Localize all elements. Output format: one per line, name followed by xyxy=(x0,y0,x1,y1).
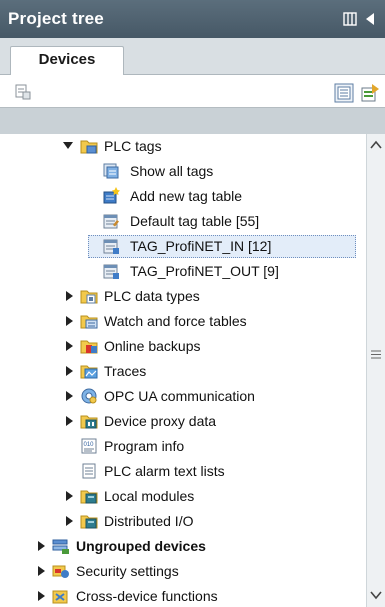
tree-item-cross-device-functions[interactable]: Cross-device functions xyxy=(0,584,366,607)
tree-item-plc-data-types[interactable]: PLC data types xyxy=(0,284,366,308)
collapsed-arrow-icon[interactable] xyxy=(66,366,74,376)
tree-item-label: Cross-device functions xyxy=(76,588,218,604)
collapsed-arrow-icon[interactable] xyxy=(66,341,74,351)
tree-item-label: Program info xyxy=(104,438,185,454)
tree-toolbar xyxy=(0,75,385,107)
vertical-scrollbar[interactable] xyxy=(366,134,385,607)
expanded-arrow-icon[interactable] xyxy=(63,141,73,151)
plc-tags-folder-icon xyxy=(80,140,98,154)
tree-item-label: Watch and force tables xyxy=(104,313,247,329)
tree-item-label: PLC tags xyxy=(104,138,162,154)
tree-item-label: Online backups xyxy=(104,338,201,354)
tree-item-default-tag-table[interactable]: Default tag table [55] xyxy=(0,209,366,233)
export-icon[interactable] xyxy=(360,83,380,103)
collapsed-arrow-icon[interactable] xyxy=(66,316,74,326)
collapsed-arrow-icon[interactable] xyxy=(38,591,46,601)
project-tree-header: Project tree xyxy=(0,0,385,38)
scroll-down-icon[interactable] xyxy=(369,588,383,602)
traces-icon xyxy=(80,365,98,379)
tree-item-label: Traces xyxy=(104,363,147,379)
collapsed-arrow-icon[interactable] xyxy=(38,566,46,576)
project-view-icon[interactable] xyxy=(14,83,32,101)
tree-item-label: Show all tags xyxy=(130,163,214,179)
tab-strip: Devices xyxy=(0,38,385,75)
project-tree: PLC tags Show all tags Add new tag table xyxy=(0,134,366,607)
collapsed-arrow-icon[interactable] xyxy=(66,416,74,426)
distributed-io-icon xyxy=(80,515,98,529)
tree-item-ungrouped-devices[interactable]: Ungrouped devices xyxy=(0,534,366,558)
alarm-text-icon xyxy=(82,463,96,479)
collapse-panel-icon[interactable] xyxy=(364,12,376,26)
tree-item-device-proxy-data[interactable]: Device proxy data xyxy=(0,409,366,433)
collapsed-arrow-icon[interactable] xyxy=(66,291,74,301)
tree-item-label: Ungrouped devices xyxy=(76,538,206,554)
tree-item-opc-ua-communication[interactable]: OPC UA communication xyxy=(0,384,366,408)
ungrouped-devices-icon xyxy=(52,539,69,554)
watch-tables-icon xyxy=(80,315,98,329)
tree-item-label: Device proxy data xyxy=(104,413,217,429)
tag-table-icon xyxy=(103,264,119,279)
tree-item-traces[interactable]: Traces xyxy=(0,359,366,383)
svg-text:010: 010 xyxy=(84,442,95,448)
tree-item-program-info[interactable]: 010 Program info xyxy=(0,434,366,458)
collapsed-arrow-icon[interactable] xyxy=(66,516,74,526)
tree-item-plc-tags[interactable]: PLC tags xyxy=(0,134,366,158)
local-modules-icon xyxy=(80,490,98,504)
add-tag-table-icon xyxy=(103,187,120,204)
tree-item-label: TAG_ProfiNET_OUT [9] xyxy=(130,263,279,279)
tag-table-icon xyxy=(103,239,119,254)
tree-item-local-modules[interactable]: Local modules xyxy=(0,484,366,508)
tree-item-tag-profinet-out[interactable]: TAG_ProfiNET_OUT [9] xyxy=(0,259,366,283)
scroll-up-icon[interactable] xyxy=(369,138,383,152)
cross-device-icon xyxy=(52,590,68,604)
tree-item-distributed-io[interactable]: Distributed I/O xyxy=(0,509,366,533)
tree-item-label: Security settings xyxy=(76,563,179,579)
tree-item-plc-alarm-text-lists[interactable]: PLC alarm text lists xyxy=(0,459,366,483)
maximize-icon[interactable] xyxy=(343,12,357,26)
tree-item-label: PLC alarm text lists xyxy=(104,463,225,479)
panel-title: Project tree xyxy=(8,9,104,28)
online-backups-icon xyxy=(80,340,98,354)
opc-ua-icon xyxy=(81,388,97,404)
collapsed-arrow-icon[interactable] xyxy=(66,491,74,501)
tree-item-tag-profinet-in[interactable]: TAG_ProfiNET_IN [12] xyxy=(0,234,366,258)
collapsed-arrow-icon[interactable] xyxy=(66,391,74,401)
tree-header-bar xyxy=(0,107,385,135)
tag-table-icon xyxy=(103,214,119,229)
tree-item-label: Local modules xyxy=(104,488,195,504)
program-info-icon: 010 xyxy=(81,438,97,454)
tree-item-label: Add new tag table xyxy=(130,188,243,204)
tree-item-label: TAG_ProfiNET_IN [12] xyxy=(130,238,272,254)
tab-devices[interactable]: Devices xyxy=(10,46,124,75)
tree-item-show-all-tags[interactable]: Show all tags xyxy=(0,159,366,183)
tree-item-label: OPC UA communication xyxy=(104,388,255,404)
tree-item-online-backups[interactable]: Online backups xyxy=(0,334,366,358)
tree-item-add-new-tag-table[interactable]: Add new tag table xyxy=(0,184,366,208)
tree-item-label: Distributed I/O xyxy=(104,513,194,529)
tree-item-watch-and-force-tables[interactable]: Watch and force tables xyxy=(0,309,366,333)
device-proxy-icon xyxy=(80,415,98,429)
tree-item-label: Default tag table [55] xyxy=(130,213,260,229)
tree-item-label: PLC data types xyxy=(104,288,200,304)
scroll-grip-icon[interactable] xyxy=(371,350,381,359)
security-settings-icon xyxy=(52,565,69,578)
tree-item-security-settings[interactable]: Security settings xyxy=(0,559,366,583)
plc-data-types-icon xyxy=(80,290,98,304)
show-all-tags-icon xyxy=(103,163,119,179)
detail-view-icon[interactable] xyxy=(334,83,354,103)
collapsed-arrow-icon[interactable] xyxy=(38,541,46,551)
